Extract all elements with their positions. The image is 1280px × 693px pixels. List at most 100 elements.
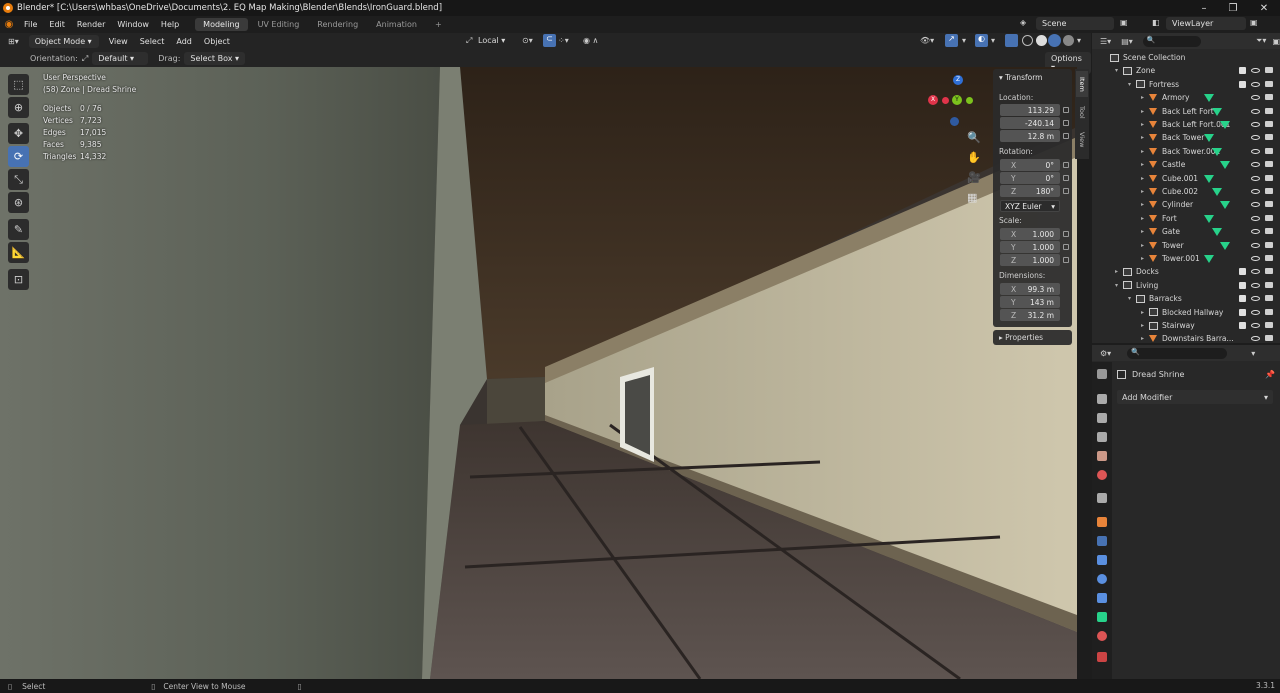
eye-icon[interactable] — [1251, 95, 1260, 101]
visibility-icon[interactable]: 👁▾ — [920, 36, 934, 45]
gizmo-toggle-icon[interactable]: ↗ — [945, 34, 958, 47]
overlays-toggle-icon[interactable]: ◐ — [975, 34, 988, 47]
tab-rendering[interactable]: Rendering — [309, 18, 366, 31]
eye-icon[interactable] — [1251, 336, 1260, 342]
camera-icon[interactable] — [1265, 201, 1273, 208]
exclude-checkbox[interactable] — [1239, 322, 1246, 329]
scene-selector[interactable]: Scene — [1036, 17, 1114, 30]
lock-icon[interactable] — [1063, 188, 1069, 194]
mesh-data-icon[interactable] — [1204, 255, 1214, 263]
physics-tab-icon[interactable] — [1097, 574, 1107, 584]
shading-menu-icon[interactable]: ▾ — [1077, 36, 1081, 45]
mesh-data-icon[interactable] — [1212, 188, 1222, 196]
outliner-row[interactable]: Scene Collection — [1092, 51, 1280, 64]
mesh-data-icon[interactable] — [1220, 121, 1230, 129]
eye-icon[interactable] — [1251, 81, 1260, 87]
scale-tool-icon[interactable]: ⤡ — [8, 169, 29, 190]
outliner-row[interactable]: ▸ Fort — [1092, 212, 1280, 225]
exclude-checkbox[interactable] — [1239, 295, 1246, 303]
xray-toggle-icon[interactable] — [1005, 34, 1018, 47]
scene-tab-icon[interactable] — [1097, 451, 1107, 461]
camera-icon[interactable] — [1265, 322, 1273, 328]
eye-icon[interactable] — [1251, 309, 1260, 315]
lock-icon[interactable] — [1063, 120, 1069, 126]
tab-tool[interactable]: Tool — [1076, 99, 1088, 125]
editor-type-icon[interactable]: ⊞▾ — [8, 37, 19, 46]
eye-icon[interactable] — [1251, 323, 1260, 328]
output-tab-icon[interactable] — [1097, 413, 1107, 423]
snap-icon[interactable]: ⊂ — [543, 34, 556, 47]
location-z-field[interactable]: 12.8 m — [1000, 130, 1060, 142]
wireframe-shading-icon[interactable] — [1022, 35, 1033, 46]
overlays-menu-icon[interactable]: ▾ — [991, 36, 995, 45]
modifier-tab-icon[interactable] — [1097, 536, 1107, 546]
gizmo-neg-y[interactable] — [966, 97, 973, 104]
eye-icon[interactable] — [1251, 189, 1260, 194]
outliner-row[interactable]: ▸ Tower — [1092, 239, 1280, 252]
eye-icon[interactable] — [1251, 68, 1260, 74]
camera-icon[interactable] — [1265, 255, 1273, 261]
outliner-row[interactable]: ▸ Docks — [1092, 265, 1280, 278]
viewport-menu-select[interactable]: Select — [134, 37, 171, 46]
outliner-row[interactable]: ▸ Back Left Fort.001 — [1092, 118, 1280, 131]
tab-item[interactable]: Item — [1076, 71, 1088, 97]
object-tab-icon[interactable] — [1097, 517, 1107, 527]
material-shading-icon[interactable] — [1048, 34, 1061, 47]
new-collection-icon[interactable]: ▣ — [1272, 37, 1280, 46]
view-layer-tab-icon[interactable] — [1097, 432, 1107, 442]
outliner-row[interactable]: ▸ Gate — [1092, 225, 1280, 238]
tool-tab-icon[interactable] — [1097, 369, 1107, 379]
expand-toggle-icon[interactable]: ▸ — [1141, 188, 1149, 195]
eye-icon[interactable] — [1251, 148, 1260, 154]
tab-modeling[interactable]: Modeling — [195, 18, 248, 31]
tab-uv-editing[interactable]: UV Editing — [250, 18, 308, 31]
lock-icon[interactable] — [1063, 133, 1069, 139]
transform-panel-header[interactable]: ▾ Transform — [993, 73, 1042, 82]
constraints-tab-icon[interactable] — [1097, 593, 1107, 603]
exclude-checkbox[interactable] — [1239, 80, 1246, 88]
editor-type-icon[interactable]: ☰▾ — [1100, 37, 1111, 46]
expand-toggle-icon[interactable]: ▸ — [1141, 309, 1149, 316]
expand-toggle-icon[interactable]: ▸ — [1141, 255, 1149, 262]
camera-icon[interactable] — [1265, 308, 1273, 315]
rotation-x-field[interactable]: X 0° — [1000, 159, 1060, 171]
eye-icon[interactable] — [1251, 175, 1260, 181]
outliner-row[interactable]: ▾ Fortress — [1092, 78, 1280, 91]
eye-icon[interactable] — [1251, 122, 1260, 127]
blender-menu-icon[interactable]: ◉ — [0, 19, 18, 30]
rendered-shading-icon[interactable] — [1063, 35, 1074, 46]
expand-toggle-icon[interactable]: ▸ — [1141, 201, 1149, 208]
outliner-search-input[interactable]: 🔍 — [1142, 35, 1202, 47]
gizmo-y-axis[interactable]: Y — [952, 95, 962, 105]
chevron-down-icon[interactable]: ▾ — [1251, 349, 1255, 358]
lock-icon[interactable] — [1063, 257, 1069, 263]
exclude-checkbox[interactable] — [1239, 281, 1246, 289]
camera-view-icon[interactable]: 🎥 — [967, 171, 981, 184]
rotation-z-field[interactable]: Z 180° — [1000, 185, 1060, 197]
add-workspace-button[interactable]: + — [427, 18, 450, 31]
expand-toggle-icon[interactable]: ▸ — [1141, 108, 1149, 115]
eye-icon[interactable] — [1251, 215, 1260, 221]
3d-viewport[interactable]: User Perspective (58) Zone | Dread Shrin… — [0, 67, 1077, 679]
eye-icon[interactable] — [1251, 162, 1260, 168]
scale-x-field[interactable]: X 1.000 — [1000, 228, 1060, 240]
camera-icon[interactable] — [1265, 335, 1273, 342]
expand-toggle-icon[interactable]: ▸ — [1141, 335, 1149, 342]
expand-toggle-icon[interactable]: ▾ — [1128, 295, 1136, 302]
expand-toggle-icon[interactable]: ▸ — [1141, 161, 1149, 168]
mode-selector[interactable]: Object Mode ▾ — [28, 35, 99, 48]
camera-icon[interactable] — [1265, 228, 1273, 235]
outliner-row[interactable]: ▸ Cylinder — [1092, 198, 1280, 211]
location-x-field[interactable]: 113.29 — [1000, 104, 1060, 116]
zoom-icon[interactable]: 🔍 — [967, 131, 981, 144]
eye-icon[interactable] — [1251, 229, 1260, 235]
cursor-tool-icon[interactable]: ⊕ — [8, 97, 29, 118]
pan-hand-icon[interactable]: ✋ — [967, 151, 981, 164]
pivot-icon[interactable]: ⊙▾ — [522, 36, 533, 45]
viewport-menu-view[interactable]: View — [103, 37, 134, 46]
gizmo-neg-x[interactable] — [942, 97, 949, 104]
eye-icon[interactable] — [1251, 269, 1260, 275]
dimensions-y-field[interactable]: Y 143 m — [1000, 296, 1060, 308]
transform-space-selector[interactable]: Local ▾ — [478, 36, 505, 45]
mesh-data-icon[interactable] — [1220, 161, 1230, 170]
